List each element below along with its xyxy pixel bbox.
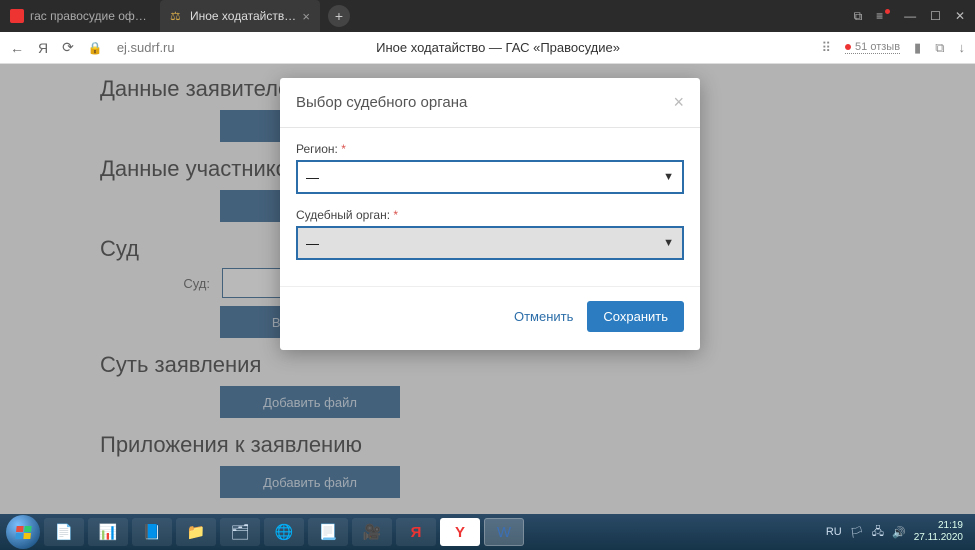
region-select[interactable]: — ▼: [296, 160, 684, 194]
yandex-favicon: [10, 9, 24, 23]
new-tab-button[interactable]: +: [328, 5, 350, 27]
close-tab-icon[interactable]: ×: [302, 9, 310, 24]
taskbar-app-explorer[interactable]: 📁: [176, 518, 216, 546]
modal-title: Выбор судебного органа: [296, 94, 467, 111]
lang-indicator[interactable]: RU: [826, 526, 842, 538]
downloads-icon[interactable]: ↓: [959, 40, 966, 55]
windows-taskbar: 📄 📊 📘 📁 🗂 🌐 📃 🎥 Я Y W RU 🏳 🖧 🔊 21:19 27.…: [0, 514, 975, 550]
tab-label: гас правосудие официаль: [30, 9, 150, 23]
chevron-down-icon: ▼: [663, 171, 674, 183]
lock-icon: 🔒: [88, 41, 103, 55]
minimize-button[interactable]: —: [904, 9, 916, 23]
reviews-link[interactable]: 51 отзыв: [845, 41, 900, 54]
taskbar-app-library[interactable]: 🗂: [220, 518, 260, 546]
scales-favicon: ⚖: [170, 9, 184, 23]
menu-icon[interactable]: ≡: [876, 9, 890, 23]
tray-flag-icon[interactable]: 🏳: [850, 526, 864, 539]
save-button[interactable]: Сохранить: [587, 301, 684, 332]
select-value: —: [306, 170, 319, 185]
taskbar-app-yandex-active[interactable]: Y: [440, 518, 480, 546]
browser-titlebar: гас правосудие официаль ⚖ Иное ходатайст…: [0, 0, 975, 32]
translate-icon[interactable]: ⠿: [822, 40, 832, 56]
modal-close-button[interactable]: ×: [673, 92, 684, 113]
maximize-button[interactable]: ☐: [930, 9, 941, 23]
close-window-button[interactable]: ✕: [955, 9, 965, 23]
court-body-select[interactable]: — ▼: [296, 226, 684, 260]
window-controls: ⧉ ≡ — ☐ ✕: [844, 9, 975, 24]
select-value: —: [306, 236, 319, 251]
start-button[interactable]: [6, 515, 40, 549]
bookmark-icon[interactable]: ▮: [914, 40, 921, 56]
taskbar-app-text[interactable]: 📘: [132, 518, 172, 546]
system-tray: RU 🏳 🖧 🔊 21:19 27.11.2020: [826, 520, 969, 544]
region-label: Регион: *: [296, 142, 684, 156]
address-bar: ← Я ⟳ 🔒 ej.sudrf.ru Иное ходатайство — Г…: [0, 32, 975, 64]
chevron-down-icon: ▼: [663, 237, 674, 249]
tray-network-icon[interactable]: 🖧: [872, 523, 884, 542]
tray-volume-icon[interactable]: 🔊: [892, 526, 906, 539]
court-body-label: Судебный орган: *: [296, 208, 684, 222]
clock[interactable]: 21:19 27.11.2020: [914, 520, 963, 544]
back-button[interactable]: ←: [10, 40, 24, 56]
url-text[interactable]: ej.sudrf.ru: [117, 40, 175, 55]
extensions-icon[interactable]: ⧉: [935, 40, 944, 56]
tab-search[interactable]: гас правосудие официаль: [0, 0, 160, 32]
taskbar-app-yandex1[interactable]: Я: [396, 518, 436, 546]
taskbar-app-calc[interactable]: 📊: [88, 518, 128, 546]
taskbar-app-zoom[interactable]: 🎥: [352, 518, 392, 546]
yandex-home-button[interactable]: Я: [38, 40, 48, 56]
page-title: Иное ходатайство — ГАС «Правосудие»: [187, 40, 810, 55]
reload-button[interactable]: ⟳: [62, 39, 74, 56]
tab-label: Иное ходатайство — Г...: [190, 9, 296, 23]
taskbar-app-word[interactable]: W: [484, 518, 524, 546]
court-select-modal: Выбор судебного органа × Регион: * — ▼ С…: [280, 78, 700, 350]
taskbar-app-doc[interactable]: 📃: [308, 518, 348, 546]
tabs-overview-icon[interactable]: ⧉: [854, 9, 863, 24]
taskbar-app-chrome[interactable]: 🌐: [264, 518, 304, 546]
taskbar-app-libreoffice[interactable]: 📄: [44, 518, 84, 546]
cancel-button[interactable]: Отменить: [514, 301, 573, 332]
page-viewport: Данные заявителей ? До Данные участников…: [0, 64, 975, 514]
tab-active[interactable]: ⚖ Иное ходатайство — Г... ×: [160, 0, 320, 32]
